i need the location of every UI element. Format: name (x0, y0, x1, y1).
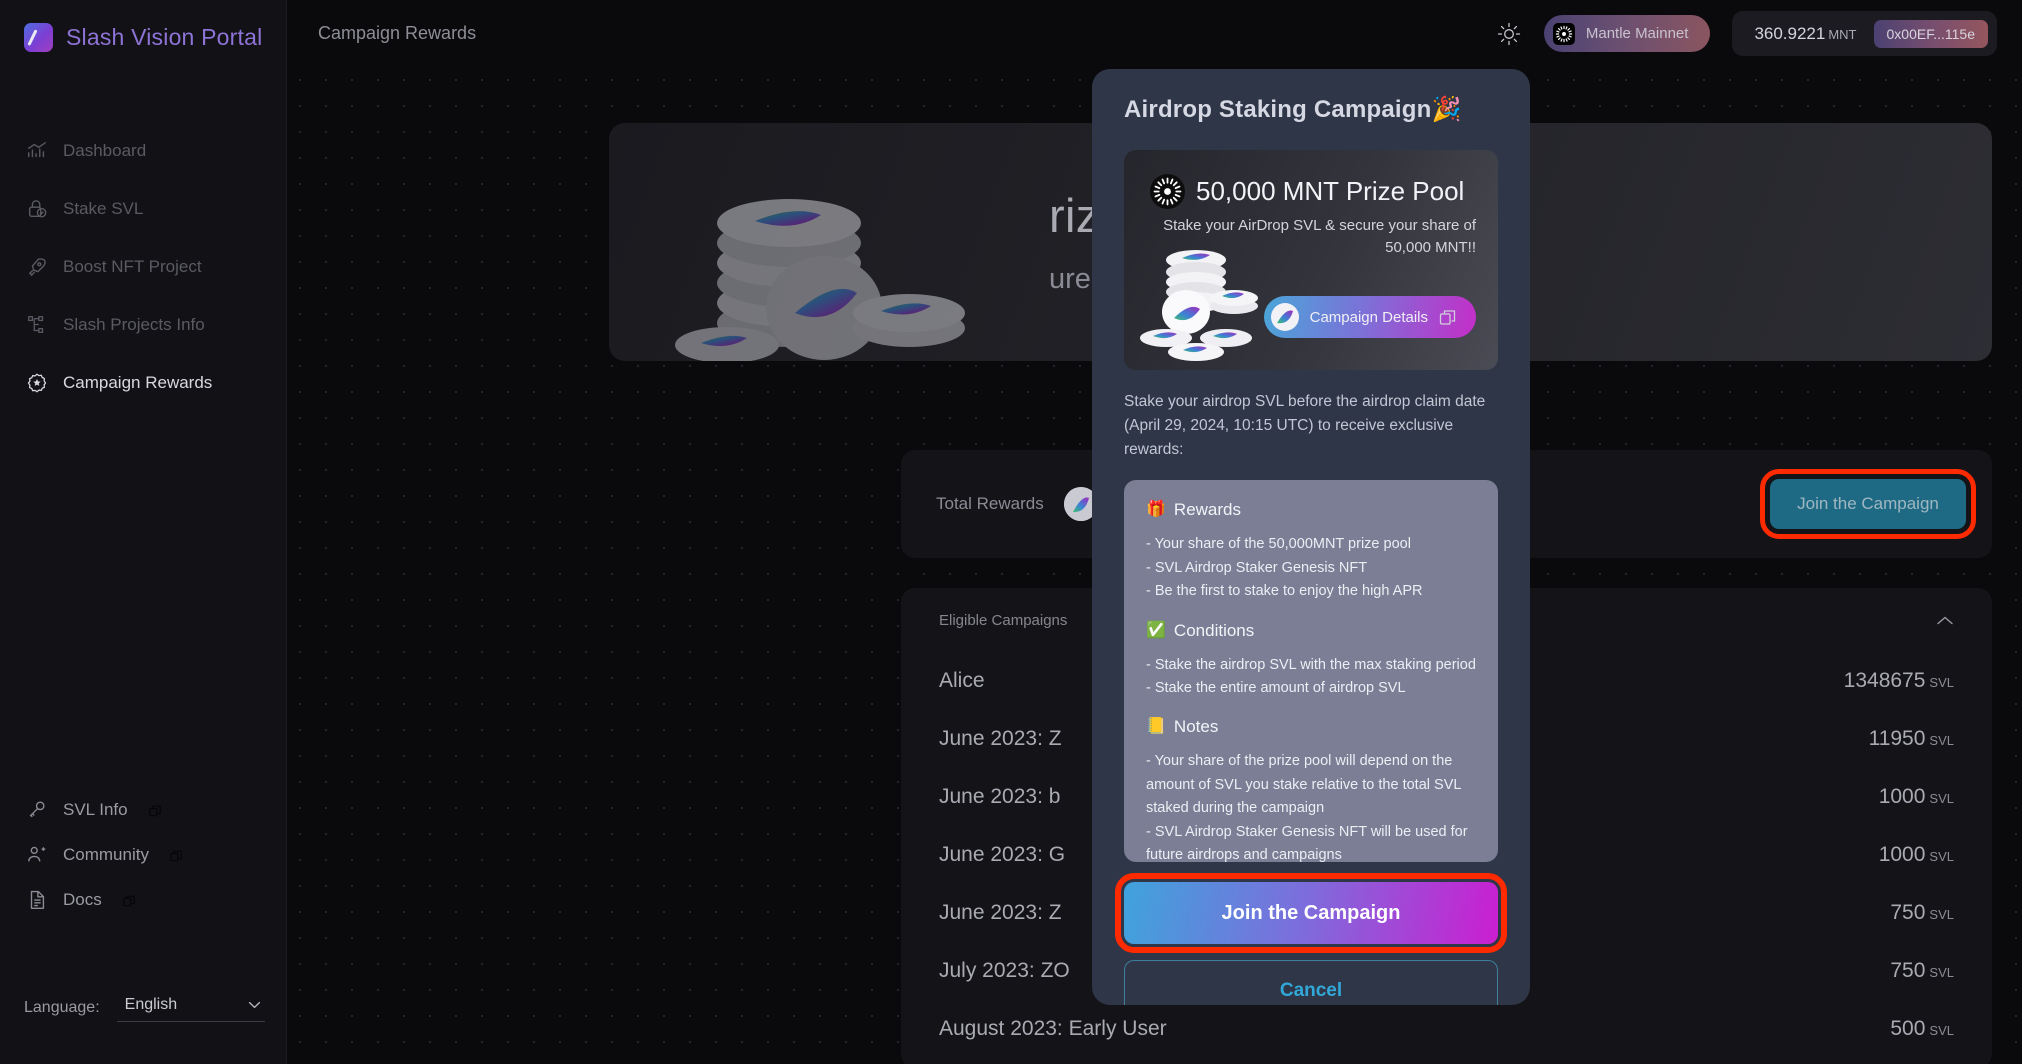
lock-check-icon (26, 198, 48, 220)
sidebar-item-label: Docs (63, 889, 102, 909)
info-bullet: - Stake the entire amount of airdrop SVL (1146, 679, 1406, 696)
modal-cancel-button[interactable]: Cancel (1124, 960, 1498, 1005)
language-label: Language: (24, 999, 100, 1016)
modal-join-campaign-button[interactable]: Join the Campaign (1115, 873, 1507, 954)
sidebar-item-community[interactable]: Community (0, 832, 286, 877)
sidebar-item-docs[interactable]: Docs (0, 877, 286, 922)
section-heading-text: Conditions (1173, 620, 1255, 640)
badge-star-icon (26, 372, 48, 394)
document-icon (26, 889, 48, 911)
info-bullet: - Your share of the 50,000MNT prize pool (1146, 536, 1411, 553)
svl-logo-icon (1270, 303, 1299, 331)
sidebar-nav: Dashboard Stake SVL Boost NFT Project Sl… (0, 122, 286, 412)
language-value: English (124, 996, 178, 1013)
sidebar-item-label: SVL Info (63, 799, 128, 819)
info-bullet: - Your share of the prize pool will depe… (1146, 753, 1461, 817)
modal-campaign-details-button[interactable]: Campaign Details (1263, 296, 1476, 338)
section-emoji-icon: ✅ (1146, 621, 1166, 639)
external-link-icon (170, 850, 182, 862)
sidebar-item-label: Boost NFT Project (63, 257, 202, 276)
sitemap-icon (26, 314, 48, 336)
info-bullet: - Be the first to stake to enjoy the hig… (1146, 583, 1423, 600)
modal-info-box: 🎁 Rewards - Your share of the 50,000MNT pr… (1124, 480, 1498, 863)
users-add-icon (26, 844, 48, 866)
language-row: Language: English (24, 996, 265, 1022)
rocket-icon (26, 256, 48, 278)
sidebar-item-stake-svl[interactable]: Stake SVL (0, 180, 286, 238)
modal-description: Stake your airdrop SVL before the airdro… (1124, 393, 1486, 459)
chart-icon (26, 140, 48, 162)
main-area: Campaign Rewards Mantle Mainnet 360.9221… (287, 0, 2022, 1064)
section-heading-text: Rewards (1173, 500, 1242, 520)
info-section-heading: 🎁 Rewards (1146, 500, 1476, 520)
sidebar-item-boost-nft-project[interactable]: Boost NFT Project (0, 238, 286, 296)
info-section-heading: ✅ Conditions (1146, 621, 1476, 641)
mantle-icon (1150, 174, 1185, 209)
external-link-icon (1439, 309, 1456, 326)
modal-prize-card: 50,000 MNT Prize Pool Stake your AirDrop… (1124, 150, 1498, 370)
airdrop-staking-modal: Airdrop Staking Campaign🎉 50,000 MNT Pri… (1092, 69, 1530, 1005)
key-icon (26, 799, 48, 821)
app-root: Slash Vision Portal Dashboard Stake SVL … (0, 0, 2022, 1064)
section-emoji-icon: 📒 (1146, 718, 1166, 736)
chevron-down-icon (248, 1001, 261, 1009)
info-bullet: - Stake the airdrop SVL with the max sta… (1146, 656, 1476, 673)
brand[interactable]: Slash Vision Portal (0, 0, 286, 56)
prize-header: 50,000 MNT Prize Pool (1124, 150, 1498, 209)
sidebar-item-dashboard[interactable]: Dashboard (0, 122, 286, 180)
sidebar-item-label: Slash Projects Info (63, 315, 205, 334)
coin-stack-illustration (1134, 226, 1294, 366)
modal-campaign-details-label: Campaign Details (1309, 308, 1428, 326)
info-bullet: - SVL Airdrop Staker Genesis NFT (1146, 559, 1368, 576)
info-section-heading: 📒 Notes (1146, 717, 1476, 737)
sidebar-item-label: Stake SVL (63, 199, 144, 218)
sidebar-item-slash-projects-info[interactable]: Slash Projects Info (0, 296, 286, 354)
section-emoji-icon: 🎁 (1146, 501, 1166, 519)
sidebar-bottom-links: SVL Info Community Docs (0, 787, 286, 922)
sidebar: Slash Vision Portal Dashboard Stake SVL … (0, 0, 287, 1064)
modal-prize-title: 50,000 MNT Prize Pool (1196, 176, 1465, 206)
slash-logo-icon (24, 22, 53, 52)
external-link-icon (123, 895, 135, 907)
sidebar-item-label: Campaign Rewards (63, 373, 213, 392)
modal-title: Airdrop Staking Campaign🎉 (1124, 96, 1462, 123)
sidebar-item-campaign-rewards[interactable]: Campaign Rewards (0, 354, 286, 412)
info-section-body: - Your share of the prize pool will depe… (1146, 750, 1476, 862)
section-heading-text: Notes (1173, 717, 1219, 737)
info-section-body: - Your share of the 50,000MNT prize pool… (1146, 533, 1476, 603)
language-select[interactable]: English (116, 996, 265, 1022)
sidebar-item-label: Dashboard (63, 141, 147, 160)
info-sections: 🎁 Rewards - Your share of the 50,000MNT pr… (1146, 500, 1476, 862)
external-link-icon (148, 805, 161, 817)
info-section-body: - Stake the airdrop SVL with the max sta… (1146, 654, 1476, 701)
brand-name: Slash Vision Portal (66, 23, 263, 50)
sidebar-item-label: Community (63, 844, 149, 864)
info-bullet: - SVL Airdrop Staker Genesis NFT will be… (1146, 823, 1468, 863)
sidebar-item-svl-info[interactable]: SVL Info (0, 787, 286, 832)
